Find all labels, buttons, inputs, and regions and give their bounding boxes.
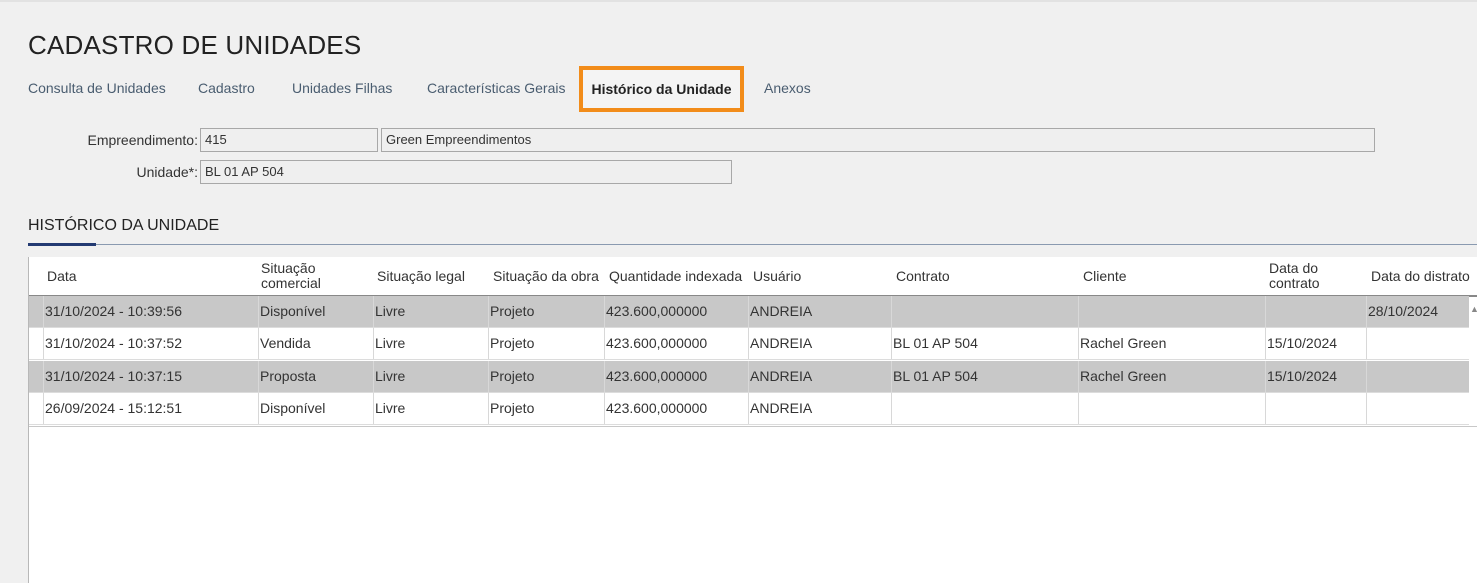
cell-cliente [1078,393,1265,424]
cell-data-do-contrato: 15/10/2024 [1265,361,1366,392]
column-header-data-do-distrato[interactable]: Data do distrato [1367,257,1477,295]
cell-quantidade-indexada: 423.600,000000 [604,296,748,327]
cell-situacao-comercial: Disponível [258,393,373,424]
cell-contrato: BL 01 AP 504 [891,328,1078,359]
tab-cadastro[interactable]: Cadastro [198,66,255,112]
history-table: Data Situação comercial Situação legal S… [28,257,1477,583]
cell-data: 26/09/2024 - 15:12:51 [43,393,258,424]
cell-situacao-legal: Livre [373,393,488,424]
column-header-quantidade-indexada[interactable]: Quantidade indexada [605,257,749,295]
cell-usuario: ANDREIA [748,393,891,424]
cell-data-do-contrato: 15/10/2024 [1265,328,1366,359]
cell-usuario: ANDREIA [748,328,891,359]
table-bottom-border [29,426,1477,427]
cell-situacao-comercial: Disponível [258,296,373,327]
scroll-up-icon[interactable]: ▲ [1470,304,1477,316]
cell-data-do-distrato: 28/10/2024 [1366,296,1469,327]
cell-situacao-comercial: Vendida [258,328,373,359]
cell-data: 31/10/2024 - 10:37:15 [43,361,258,392]
cell-quantidade-indexada: 423.600,000000 [604,328,748,359]
cell-data: 31/10/2024 - 10:39:56 [43,296,258,327]
cell-cliente: Rachel Green [1078,328,1265,359]
column-header-contrato[interactable]: Contrato [892,257,1079,295]
table-row[interactable]: 31/10/2024 - 10:39:56 Disponível Livre P… [29,296,1469,328]
tab-anexos[interactable]: Anexos [764,66,811,112]
cell-contrato [891,393,1078,424]
table-row[interactable]: 26/09/2024 - 15:12:51 Disponível Livre P… [29,393,1469,425]
cell-quantidade-indexada: 423.600,000000 [604,393,748,424]
cell-situacao-legal: Livre [373,361,488,392]
tab-bar: Consulta de Unidades Cadastro Unidades F… [0,66,1477,112]
empreendimento-label: Empreendimento: [87,132,198,148]
cell-situacao-da-obra: Projeto [488,361,604,392]
cell-situacao-da-obra: Projeto [488,393,604,424]
section-divider [28,244,1477,245]
cell-data: 31/10/2024 - 10:37:52 [43,328,258,359]
tab-unidades-filhas[interactable]: Unidades Filhas [292,66,392,112]
section-title: HISTÓRICO DA UNIDADE [28,217,220,234]
column-header-cliente[interactable]: Cliente [1079,257,1265,295]
column-header-usuario[interactable]: Usuário [749,257,892,295]
tab-caracteristicas-gerais[interactable]: Características Gerais [427,66,565,112]
cell-situacao-legal: Livre [373,296,488,327]
cell-cliente [1078,296,1265,327]
cell-contrato: BL 01 AP 504 [891,361,1078,392]
cell-situacao-legal: Livre [373,328,488,359]
column-header-situacao-legal[interactable]: Situação legal [373,257,489,295]
cell-situacao-da-obra: Projeto [488,296,604,327]
column-header-data-do-contrato[interactable]: Data do contrato [1265,257,1353,295]
unidade-label: Unidade*: [136,164,199,180]
table-row[interactable]: 31/10/2024 - 10:37:15 Proposta Livre Pro… [29,361,1469,393]
column-header-situacao-da-obra[interactable]: Situação da obra [489,257,605,295]
page-title: CADASTRO DE UNIDADES [28,30,362,60]
unidade-field[interactable]: BL 01 AP 504 [200,160,732,184]
table-header: Data Situação comercial Situação legal S… [29,257,1477,297]
empreendimento-code-field[interactable]: 415 [200,128,378,152]
cell-situacao-da-obra: Projeto [488,328,604,359]
cell-contrato [891,296,1078,327]
cell-data-do-contrato [1265,393,1366,424]
top-border [0,0,1477,2]
section-underline [28,243,96,246]
cell-cliente: Rachel Green [1078,361,1265,392]
cell-usuario: ANDREIA [748,361,891,392]
cell-data-do-distrato [1366,361,1469,392]
cell-data-do-distrato [1366,393,1469,424]
cell-data-do-distrato [1366,328,1469,359]
table-row[interactable]: 31/10/2024 - 10:37:52 Vendida Livre Proj… [29,328,1469,360]
cell-usuario: ANDREIA [748,296,891,327]
tab-consulta-de-unidades[interactable]: Consulta de Unidades [28,66,166,112]
cell-quantidade-indexada: 423.600,000000 [604,361,748,392]
tab-historico-da-unidade[interactable]: Histórico da Unidade [579,66,744,112]
column-header-situacao-comercial[interactable]: Situação comercial [257,257,373,295]
cell-data-do-contrato [1265,296,1366,327]
column-header-data[interactable]: Data [43,257,257,295]
cell-situacao-comercial: Proposta [258,361,373,392]
empreendimento-name-field[interactable]: Green Empreendimentos [381,128,1375,152]
